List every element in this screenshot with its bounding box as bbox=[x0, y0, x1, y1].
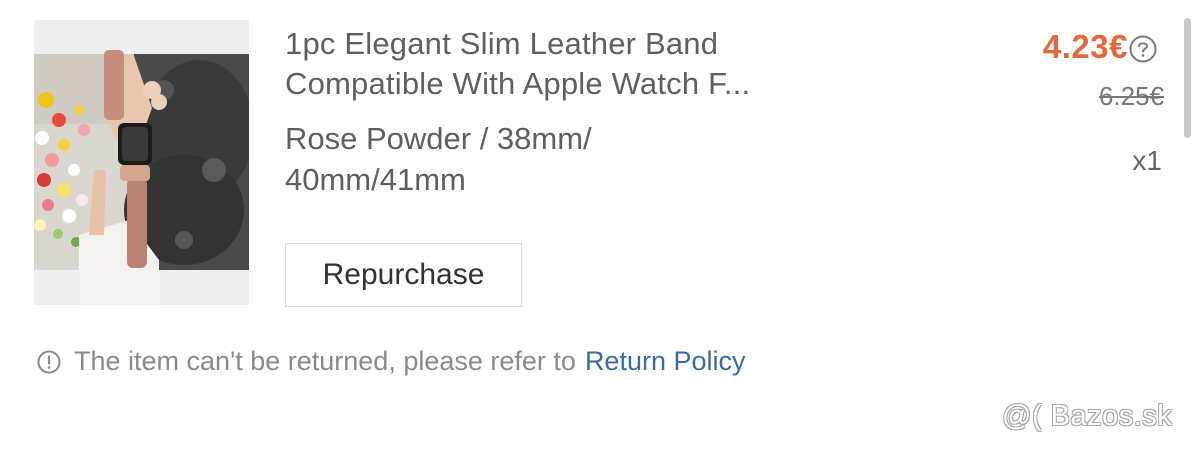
product-variant: Rose Powder / 38mm/ 40mm/41mm bbox=[285, 121, 592, 197]
product-image bbox=[34, 20, 249, 305]
scrollbar[interactable] bbox=[1184, 18, 1191, 138]
quantity: x1 bbox=[1132, 145, 1162, 176]
return-notice: The item can't be returned, please refer… bbox=[36, 346, 746, 377]
return-policy-link[interactable]: Return Policy bbox=[585, 346, 746, 377]
original-price: 6.25€ bbox=[1098, 81, 1164, 111]
return-notice-text: The item can't be returned, please refer… bbox=[74, 346, 576, 376]
product-title[interactable]: 1pc Elegant Slim Leather Band Compatible… bbox=[285, 24, 885, 104]
current-price: 4.23€ bbox=[1042, 28, 1128, 65]
repurchase-button[interactable]: Repurchase bbox=[285, 243, 522, 307]
product-thumbnail[interactable] bbox=[34, 20, 249, 305]
exclamation-circle-icon bbox=[37, 350, 61, 373]
watermark: @( Bazos.sk bbox=[1002, 400, 1173, 432]
question-circle-icon[interactable] bbox=[1128, 34, 1158, 64]
